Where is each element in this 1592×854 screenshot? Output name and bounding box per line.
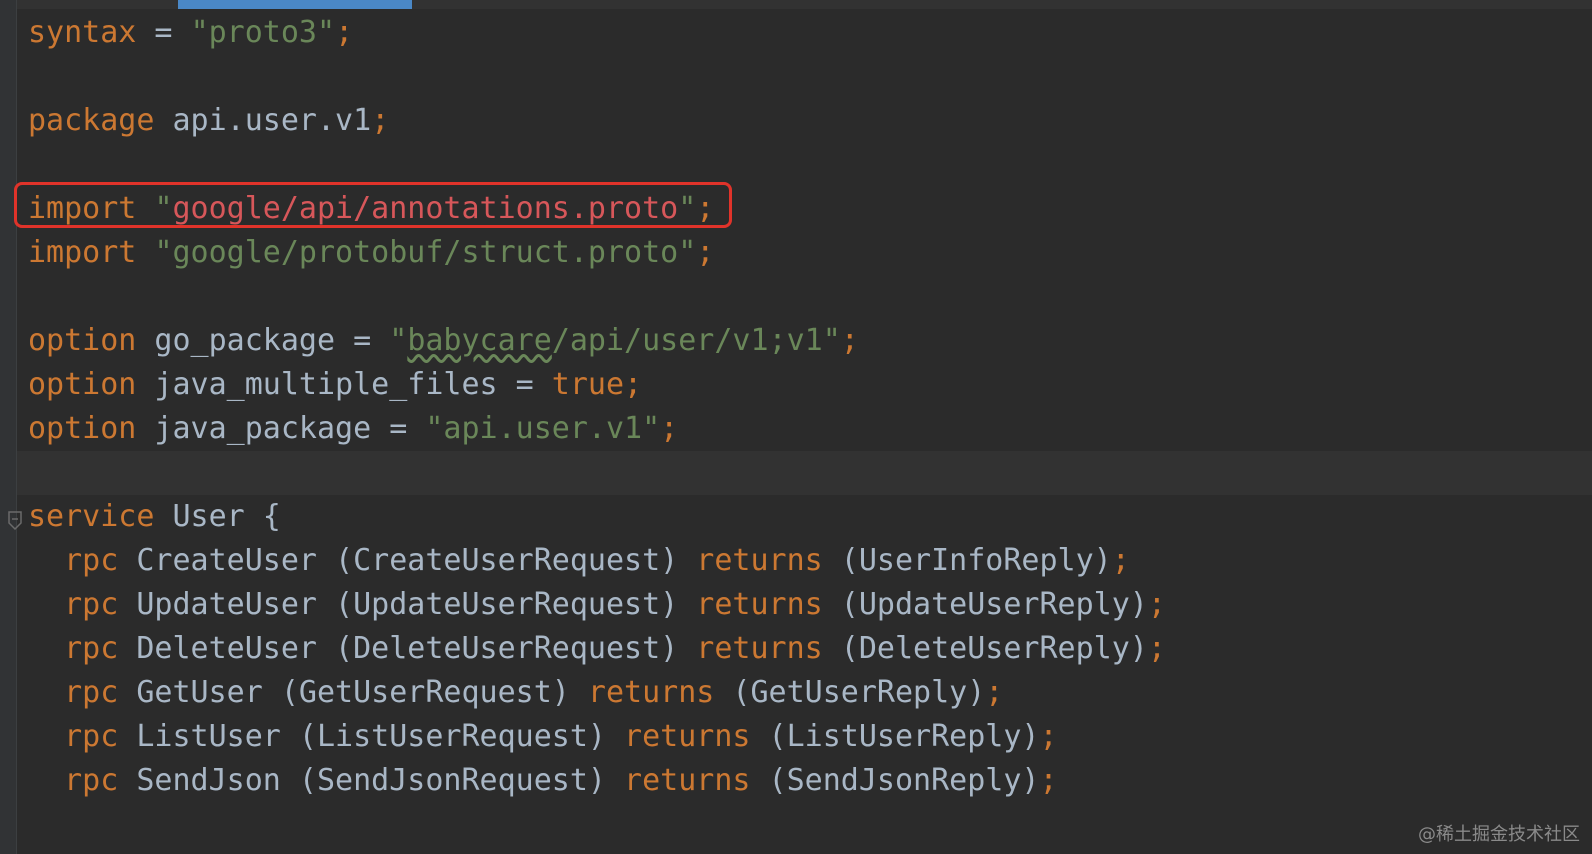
code-token: ; <box>985 675 1004 710</box>
code-line[interactable]: rpc SendJson (SendJsonRequest) returns (… <box>28 759 1166 803</box>
code-line[interactable]: option go_package = "babycare/api/user/v… <box>28 319 1166 363</box>
code-token: " <box>389 323 408 358</box>
code-token: UpdateUser (UpdateUserRequest) <box>118 587 697 622</box>
code-token: go_package = <box>136 323 390 358</box>
code-token: returns <box>624 719 751 754</box>
code-token: returns <box>624 763 751 798</box>
code-token: option <box>28 367 137 402</box>
code-line[interactable]: option java_multiple_files = true; <box>28 363 1166 407</box>
code-token: ListUser (ListUserRequest) <box>118 719 625 754</box>
code-token: babycare <box>407 323 552 358</box>
code-token: package <box>28 103 155 138</box>
code-token: option <box>28 411 137 446</box>
code-token: (GetUserReply) <box>714 675 986 710</box>
code-token: ; <box>840 323 859 358</box>
code-token: GetUser (GetUserRequest) <box>118 675 588 710</box>
code-token: ; <box>660 411 679 446</box>
code-line[interactable] <box>28 451 1166 495</box>
code-token: "google/protobuf/struct.proto" <box>154 235 697 270</box>
code-token: (ListUserReply) <box>750 719 1040 754</box>
code-token: option <box>28 323 137 358</box>
code-token: true <box>551 367 625 402</box>
code-text-area[interactable]: syntax = "proto3"; package api.user.v1; … <box>28 11 1166 803</box>
code-token: ; <box>371 103 390 138</box>
code-token: returns <box>696 543 823 578</box>
code-token: /api/user/v1;v1" <box>551 323 841 358</box>
code-token: DeleteUser (DeleteUserRequest) <box>118 631 697 666</box>
editor-gutter[interactable] <box>0 0 17 854</box>
code-token: ; <box>1147 587 1166 622</box>
code-token: rpc <box>64 587 119 622</box>
code-token: rpc <box>64 763 119 798</box>
code-line[interactable] <box>28 275 1166 319</box>
code-token: "proto3" <box>190 15 336 50</box>
code-line[interactable]: package api.user.v1; <box>28 99 1166 143</box>
code-token: ; <box>1039 763 1058 798</box>
code-token: (UpdateUserReply) <box>822 587 1148 622</box>
active-tab-indicator[interactable] <box>178 0 412 9</box>
code-token: User { <box>154 499 281 534</box>
code-token: ; <box>1147 631 1166 666</box>
code-token: api.user.v1 <box>154 103 372 138</box>
code-line[interactable] <box>28 55 1166 99</box>
code-line[interactable]: rpc DeleteUser (DeleteUserRequest) retur… <box>28 627 1166 671</box>
code-line[interactable] <box>28 143 1166 187</box>
code-token: (UserInfoReply) <box>822 543 1112 578</box>
code-line[interactable]: rpc ListUser (ListUserRequest) returns (… <box>28 715 1166 759</box>
code-line[interactable]: rpc CreateUser (CreateUserRequest) retur… <box>28 539 1166 583</box>
code-token: ; <box>624 367 643 402</box>
code-token: = <box>136 15 191 50</box>
code-token: ; <box>335 15 354 50</box>
fold-marker-icon[interactable] <box>7 511 23 531</box>
code-token: (SendJsonReply) <box>750 763 1040 798</box>
code-line[interactable]: import "google/protobuf/struct.proto"; <box>28 231 1166 275</box>
code-line[interactable]: service User { <box>28 495 1166 539</box>
code-token: returns <box>696 631 823 666</box>
code-token: java_multiple_files = <box>136 367 552 402</box>
annotation-highlight-box <box>14 182 732 228</box>
code-editor[interactable]: syntax = "proto3"; package api.user.v1; … <box>0 0 1592 854</box>
code-token: (DeleteUserReply) <box>822 631 1148 666</box>
code-token: ; <box>1039 719 1058 754</box>
code-token: rpc <box>64 631 119 666</box>
code-token: returns <box>696 587 823 622</box>
code-token: rpc <box>64 719 119 754</box>
code-token: syntax <box>28 15 137 50</box>
code-token: returns <box>587 675 715 710</box>
code-token: import <box>28 235 137 270</box>
code-token: "api.user.v1" <box>425 411 661 446</box>
code-token: CreateUser (CreateUserRequest) <box>118 543 697 578</box>
code-line[interactable]: option java_package = "api.user.v1"; <box>28 407 1166 451</box>
code-line[interactable]: syntax = "proto3"; <box>28 11 1166 55</box>
code-token: SendJson (SendJsonRequest) <box>118 763 625 798</box>
code-token: ; <box>1111 543 1130 578</box>
code-token: java_package = <box>136 411 426 446</box>
code-token: ; <box>696 235 715 270</box>
code-token: rpc <box>64 543 119 578</box>
code-token: rpc <box>64 675 119 710</box>
watermark: @稀土掘金技术社区 <box>1418 824 1580 845</box>
code-token: service <box>28 499 155 534</box>
code-line[interactable]: rpc UpdateUser (UpdateUserRequest) retur… <box>28 583 1166 627</box>
code-line[interactable]: rpc GetUser (GetUserRequest) returns (Ge… <box>28 671 1166 715</box>
